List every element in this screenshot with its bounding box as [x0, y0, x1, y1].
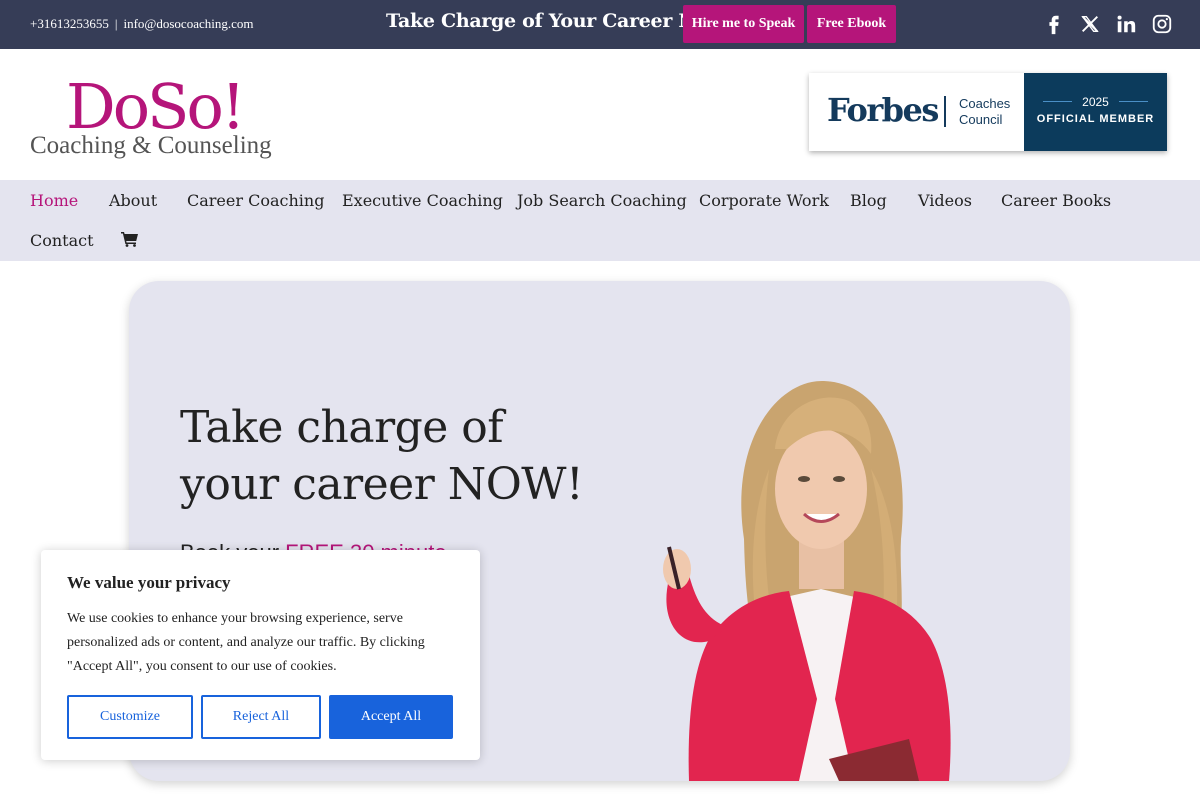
cookie-title: We value your privacy	[67, 573, 231, 592]
facebook-icon[interactable]	[1043, 13, 1065, 35]
instagram-icon[interactable]	[1151, 13, 1173, 35]
cookie-accept-all-button[interactable]: Accept All	[329, 695, 453, 739]
main-nav: Home About Career Coaching Executive Coa…	[0, 180, 1200, 261]
forbes-official-member: OFFICIAL MEMBER	[1036, 113, 1155, 125]
hire-me-to-speak-button[interactable]: Hire me to Speak	[683, 5, 804, 43]
cookie-consent-banner: We value your privacy We use cookies to …	[41, 550, 480, 760]
email-link[interactable]: info@dosocoaching.com	[123, 16, 253, 31]
hero-title: Take charge of your career NOW!	[180, 399, 600, 513]
phone-link[interactable]: +31613253655	[30, 16, 109, 31]
cookie-reject-all-button[interactable]: Reject All	[201, 695, 321, 739]
forbes-rule-right	[1119, 101, 1148, 102]
forbes-badge-right: 2025 OFFICIAL MEMBER	[1024, 73, 1167, 151]
linkedin-icon[interactable]	[1115, 13, 1137, 35]
forbes-council-badge: Forbes Coaches Council 2025 OFFICIAL MEM…	[809, 73, 1167, 151]
forbes-badge-left: Forbes Coaches Council	[809, 73, 1024, 151]
cookie-description: We use cookies to enhance your browsing …	[67, 611, 425, 674]
free-ebook-button[interactable]: Free Ebook	[807, 5, 896, 43]
nav-item-job-search-coaching[interactable]: Job Search Coaching	[517, 191, 687, 211]
forbes-year: 2025	[1082, 95, 1109, 109]
coach-portrait-image	[663, 380, 951, 781]
nav-item-about[interactable]: About	[109, 191, 157, 211]
nav-item-home[interactable]: Home	[30, 191, 78, 211]
forbes-wordmark: Forbes	[827, 91, 939, 129]
forbes-council-line1: Coaches	[959, 96, 1011, 111]
x-icon[interactable]	[1079, 13, 1101, 35]
top-cta-heading: Take Charge of Your Career Now!	[386, 10, 732, 32]
nav-item-videos[interactable]: Videos	[918, 191, 972, 211]
site-logo[interactable]: DoSo! Coaching & Counseling	[30, 72, 290, 164]
hero-title-line2: your career NOW!	[180, 459, 584, 510]
nav-item-blog[interactable]: Blog	[850, 191, 887, 211]
hero-title-line1: Take charge of	[180, 402, 504, 453]
forbes-council-line2: Council	[959, 112, 1003, 127]
logo-tagline: Coaching & Counseling	[30, 132, 272, 159]
shopping-cart-icon[interactable]	[121, 231, 139, 247]
forbes-divider	[944, 96, 946, 127]
nav-item-career-coaching[interactable]: Career Coaching	[187, 191, 324, 211]
nav-item-contact[interactable]: Contact	[30, 231, 94, 251]
forbes-council-label: Coaches Council	[959, 96, 1010, 128]
nav-item-corporate-work[interactable]: Corporate Work	[699, 191, 829, 211]
nav-item-executive-coaching[interactable]: Executive Coaching	[342, 191, 503, 211]
top-bar: +31613253655 | info@dosocoaching.com Take …	[0, 0, 1200, 49]
contact-info: +31613253655 | info@dosocoaching.com	[30, 16, 253, 32]
contact-separator: |	[114, 16, 118, 31]
nav-item-career-books[interactable]: Career Books	[1001, 191, 1111, 211]
cookie-customize-button[interactable]: Customize	[67, 695, 193, 739]
